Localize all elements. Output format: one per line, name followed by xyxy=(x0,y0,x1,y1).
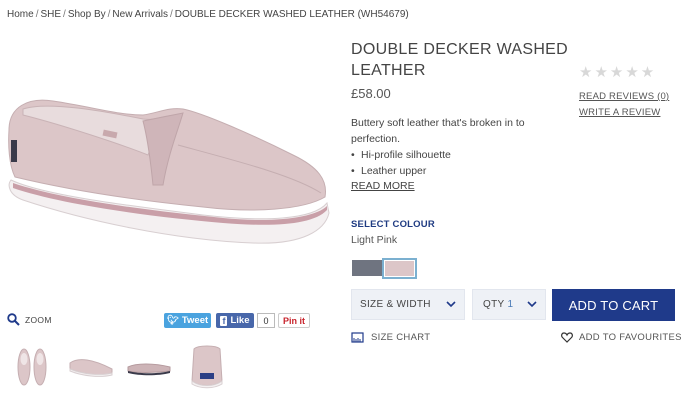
breadcrumb-she[interactable]: SHE xyxy=(40,9,61,20)
heart-icon xyxy=(561,332,573,343)
thumbnail-side-view-2[interactable] xyxy=(126,343,172,389)
feature-list: • Hi-profile silhouette • Leather upper xyxy=(351,147,556,179)
size-width-label: SIZE & WIDTH xyxy=(360,299,431,310)
breadcrumb-new-arrivals[interactable]: New Arrivals xyxy=(112,9,168,20)
tweet-button[interactable]: 🐦︎ Tweet xyxy=(164,313,211,328)
product-description: Buttery soft leather that's broken in to… xyxy=(351,115,556,179)
product-price: £58.00 xyxy=(351,86,391,101)
feature-item: • Hi-profile silhouette xyxy=(351,149,451,161)
description-text: Buttery soft leather that's broken in to… xyxy=(351,117,525,145)
product-title: DOUBLE DECKER WASHED LEATHER xyxy=(351,41,568,79)
zoom-label: ZOOM xyxy=(25,314,52,325)
breadcrumb: Home / SHE / Shop By / New Arrivals / DOUBLE DEC… xyxy=(7,9,409,20)
tweet-label: Tweet xyxy=(181,315,209,326)
thumbnail-side-view[interactable] xyxy=(68,343,114,389)
facebook-icon: f xyxy=(220,315,228,326)
quantity-select[interactable]: QTY 1 xyxy=(472,289,546,320)
feature-text: Leather upper xyxy=(361,165,427,177)
breadcrumb-separator: / xyxy=(169,9,173,20)
breadcrumb-shop-by[interactable]: Shop By xyxy=(68,9,106,20)
like-label: Like xyxy=(230,315,250,326)
breadcrumb-separator: / xyxy=(63,9,66,20)
facebook-like-button[interactable]: f Like xyxy=(216,313,254,328)
add-to-cart-button[interactable]: ADD TO CART xyxy=(552,289,675,321)
colour-swatch-light-pink[interactable] xyxy=(382,258,417,279)
write-review-link[interactable]: WRITE A REVIEW xyxy=(579,107,660,118)
qty-value: 1 xyxy=(507,299,514,310)
like-count: 0 xyxy=(257,313,275,328)
feature-text: Hi-profile silhouette xyxy=(361,149,451,161)
thumbnail-pair-top-view[interactable] xyxy=(10,343,56,389)
breadcrumb-current: DOUBLE DECKER WASHED LEATHER (WH54679) xyxy=(174,9,409,20)
chevron-down-icon xyxy=(527,301,537,308)
size-width-select[interactable]: SIZE & WIDTH xyxy=(351,289,465,320)
select-colour-label: SELECT COLOUR xyxy=(351,219,435,230)
chevron-down-icon xyxy=(446,301,456,308)
product-main-image[interactable] xyxy=(3,85,333,260)
thumbnail-back-view[interactable] xyxy=(184,343,230,389)
twitter-bird-icon: 🐦︎ xyxy=(166,315,179,326)
ruler-icon xyxy=(351,332,364,343)
pinterest-button[interactable]: Pin it xyxy=(278,313,310,328)
size-chart-label: SIZE CHART xyxy=(371,332,431,343)
breadcrumb-home[interactable]: Home xyxy=(7,9,34,20)
magnifier-icon xyxy=(7,313,20,326)
selected-colour: Light Pink xyxy=(351,234,398,246)
size-chart-link[interactable]: SIZE CHART xyxy=(351,332,430,343)
rating-stars: ★★★★★ xyxy=(579,64,657,81)
feature-item: • Leather upper xyxy=(351,165,427,177)
colour-swatch-grey[interactable] xyxy=(352,260,382,276)
add-to-favourites-link[interactable]: ADD TO FAVOURITES xyxy=(561,332,682,343)
zoom-button[interactable]: ZOOM xyxy=(7,313,52,326)
read-reviews-link[interactable]: READ REVIEWS (0) xyxy=(579,91,669,102)
favourites-label: ADD TO FAVOURITES xyxy=(579,332,682,343)
read-more-link[interactable]: READ MORE xyxy=(351,180,415,192)
qty-label: QTY xyxy=(483,299,505,310)
